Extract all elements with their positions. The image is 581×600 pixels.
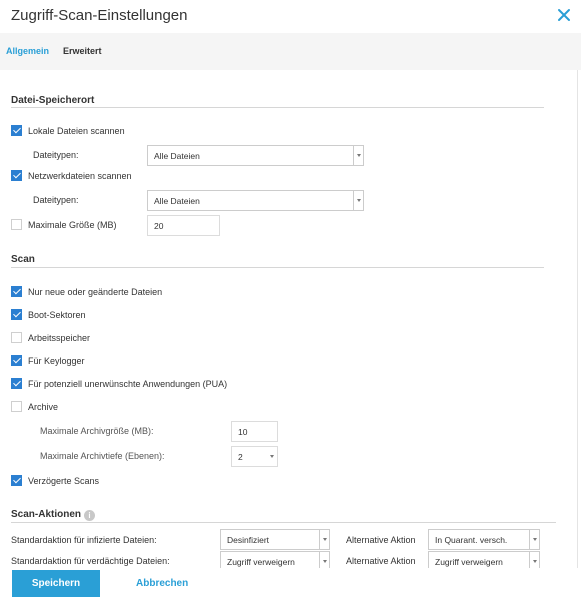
checkbox-label: Arbeitsspeicher (28, 332, 91, 343)
checkbox-verzoegerte-scans[interactable]: Verzögerte Scans (11, 475, 99, 486)
checkbox-label: Verzögerte Scans (28, 475, 100, 486)
aktion-verdaechtig-label: Standardaktion für verdächtige Dateien: (11, 556, 170, 566)
archivgroesse-label: Maximale Archivgröße (MB): (40, 426, 154, 436)
checkbox-lokale-dateien[interactable]: Lokale Dateien scannen (11, 125, 125, 136)
checkbox-label: Nur neue oder geänderte Dateien (28, 286, 163, 297)
checkbox-label: Für Keylogger (28, 355, 85, 366)
chevron-down-icon (529, 530, 539, 549)
checkbox-label: Archive (28, 401, 59, 412)
scan-settings-dialog: Zugriff-Scan-Einstellungen Allgemein Erw… (0, 0, 581, 600)
chevron-down-icon (267, 447, 277, 466)
checkbox-nur-neue-dateien[interactable]: Nur neue oder geänderte Dateien (11, 286, 162, 297)
dialog-title: Zugriff-Scan-Einstellungen (11, 7, 188, 24)
dateitypen-select-lokal[interactable]: Alle Dateien (147, 145, 364, 166)
alternative-aktion-label: Alternative Aktion (346, 556, 416, 566)
dialog-header: Zugriff-Scan-Einstellungen (0, 0, 581, 33)
checkbox-maximale-groesse[interactable]: Maximale Größe (MB) (11, 219, 117, 230)
cancel-button[interactable]: Abbrechen (136, 578, 188, 589)
checkbox-label: Für potenziell unerwünschte Anwendungen … (28, 378, 228, 389)
tab-allgemein[interactable]: Allgemein (6, 46, 49, 56)
select-value: Zugriff verweigern (435, 557, 503, 567)
checkbox-label: Boot-Sektoren (28, 309, 86, 320)
dateitypen-label: Dateitypen: (33, 195, 79, 205)
section-divider (11, 522, 556, 523)
dateitypen-select-netzwerk[interactable]: Alle Dateien (147, 190, 364, 211)
max-groesse-input[interactable]: 20 (147, 215, 220, 236)
scroll-track[interactable] (577, 70, 578, 570)
checkbox-keylogger[interactable]: Für Keylogger (11, 355, 85, 366)
chevron-down-icon (353, 191, 363, 210)
checkbox-unchecked-icon (11, 219, 22, 230)
alternative-aktion-infiziert-select[interactable]: In Quarant. versch. (428, 529, 540, 550)
checkbox-checked-icon (11, 309, 22, 320)
checkbox-checked-icon (11, 378, 22, 389)
archivtiefe-select[interactable]: 2 (231, 446, 278, 467)
checkbox-unchecked-icon (11, 332, 22, 343)
checkbox-label: Netzwerkdateien scannen (28, 170, 132, 181)
checkbox-arbeitsspeicher[interactable]: Arbeitsspeicher (11, 332, 90, 343)
tab-erweitert[interactable]: Erweitert (63, 46, 102, 56)
alternative-aktion-label: Alternative Aktion (346, 535, 416, 545)
checkbox-archive[interactable]: Archive (11, 401, 58, 412)
select-value: Zugriff verweigern (227, 557, 295, 567)
checkbox-label: Lokale Dateien scannen (28, 125, 125, 136)
checkbox-checked-icon (11, 170, 22, 181)
chevron-down-icon (319, 530, 329, 549)
info-icon[interactable]: i (84, 510, 95, 521)
checkbox-boot-sektoren[interactable]: Boot-Sektoren (11, 309, 86, 320)
section-title-scan-aktionen: Scan-Aktionen (11, 509, 82, 520)
chevron-down-icon (353, 146, 363, 165)
select-value: Alle Dateien (154, 196, 200, 206)
section-title-scan: Scan (11, 254, 35, 265)
tab-bar: Allgemein Erweitert (0, 33, 581, 70)
checkbox-checked-icon (11, 475, 22, 486)
checkbox-checked-icon (11, 125, 22, 136)
close-icon[interactable] (555, 6, 573, 24)
checkbox-checked-icon (11, 355, 22, 366)
select-value: Alle Dateien (154, 151, 200, 161)
section-title-datei-speicherort: Datei-Speicherort (11, 95, 95, 106)
select-value: 2 (238, 452, 243, 462)
checkbox-checked-icon (11, 286, 22, 297)
checkbox-pua[interactable]: Für potenziell unerwünschte Anwendungen … (11, 378, 227, 389)
section-divider (11, 267, 544, 268)
save-button[interactable]: Speichern (12, 570, 100, 597)
checkbox-unchecked-icon (11, 401, 22, 412)
select-value: In Quarant. versch. (435, 535, 508, 545)
archivtiefe-label: Maximale Archivtiefe (Ebenen): (40, 451, 165, 461)
archivgroesse-input[interactable]: 10 (231, 421, 278, 442)
select-value: Desinfiziert (227, 535, 270, 545)
dateitypen-label: Dateitypen: (33, 150, 79, 160)
checkbox-label: Maximale Größe (MB) (28, 219, 117, 230)
section-divider (11, 107, 544, 108)
checkbox-netzwerkdateien[interactable]: Netzwerkdateien scannen (11, 170, 132, 181)
aktion-infiziert-label: Standardaktion für infizierte Dateien: (11, 535, 157, 545)
aktion-infiziert-select[interactable]: Desinfiziert (220, 529, 330, 550)
